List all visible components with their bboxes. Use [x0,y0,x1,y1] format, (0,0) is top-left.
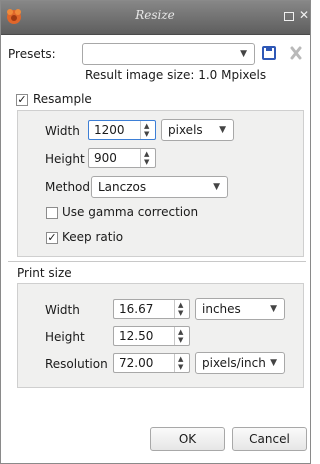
chevron-down-icon: ▼ [213,182,220,192]
chevron-down-icon: ▼ [270,304,277,314]
chevron-down-icon: ▼ [219,125,226,135]
unit-value: pixels [168,123,203,137]
maximize-icon[interactable] [284,12,294,21]
ok-button[interactable]: OK [150,427,225,451]
print-height-label: Height [45,330,85,344]
print-width-value: 16.67 [119,302,154,316]
print-unit-combo[interactable]: inches ▼ [195,298,285,320]
height-value: 900 [94,151,117,165]
chevron-down-icon: ▼ [270,358,277,368]
spin-buttons[interactable]: ▲ ▼ [140,149,155,167]
print-unit-value: inches [202,302,241,316]
print-height-spinner[interactable]: 12.50 ▲ ▼ [113,326,190,346]
height-label: Height [45,152,85,166]
spin-buttons[interactable]: ▲ ▼ [174,300,189,318]
spin-buttons[interactable]: ▲ ▼ [174,354,189,372]
cancel-button[interactable]: Cancel [232,427,307,451]
resolution-value: 72.00 [119,356,154,370]
result-size-text: Result image size: 1.0 Mpixels [85,68,267,82]
width-value: 1200 [94,123,125,137]
resize-dialog: Resize ✕ Presets: ▼ Result image size: 1… [0,0,311,464]
save-preset-icon[interactable] [262,45,276,61]
keep-ratio-label: Keep ratio [62,230,124,244]
keep-ratio-checkbox[interactable]: ✓ [46,232,58,244]
checkmark-icon: ✓ [17,93,27,106]
delete-preset-icon[interactable] [290,46,302,60]
print-size-label: Print size [17,266,72,280]
print-width-spinner[interactable]: 16.67 ▲ ▼ [113,299,190,319]
unit-combo[interactable]: pixels ▼ [161,119,234,141]
gamma-label: Use gamma correction [62,205,199,219]
method-combo[interactable]: Lanczos ▼ [91,176,228,198]
resolution-spinner[interactable]: 72.00 ▲ ▼ [113,353,190,373]
print-height-value: 12.50 [119,329,154,343]
resolution-label: Resolution [45,357,108,371]
resample-label: Resample [33,92,92,106]
title-bar[interactable]: Resize ✕ [0,0,310,35]
resolution-unit-combo[interactable]: pixels/inch ▼ [195,352,285,374]
resolution-unit-value: pixels/inch [202,356,266,370]
checkmark-icon: ✓ [47,231,57,244]
method-value: Lanczos [98,180,147,194]
spin-buttons[interactable]: ▲ ▼ [174,327,189,345]
spin-buttons[interactable]: ▲ ▼ [140,121,155,139]
window-title: Resize [135,8,175,22]
presets-combo[interactable]: ▼ [82,43,255,65]
separator [8,261,306,262]
width-spinner[interactable]: 1200 ▲ ▼ [88,120,156,140]
method-label: Method [45,180,91,194]
chevron-down-icon: ▼ [240,49,247,59]
resample-checkbox[interactable]: ✓ [16,94,28,106]
width-label: Width [45,124,80,138]
gamma-checkbox[interactable] [46,207,58,219]
print-width-label: Width [45,303,80,317]
height-spinner[interactable]: 900 ▲ ▼ [88,148,156,168]
presets-label: Presets: [8,47,56,61]
close-icon[interactable]: ✕ [299,9,309,21]
